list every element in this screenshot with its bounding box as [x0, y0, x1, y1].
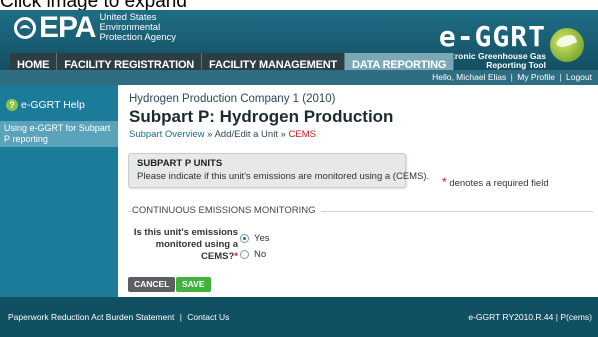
cems-question-label: Is this unit's emissions monitored using… — [133, 227, 238, 262]
footer-links: Paperwork Reduction Act Burden Statement… — [8, 312, 230, 322]
cems-section-header: CONTINUOUS EMISSIONS MONITORING — [128, 205, 593, 219]
epa-wordmark: EPA — [39, 11, 96, 44]
epa-seal-icon — [14, 17, 36, 39]
sidebar: ? e-GGRT Help Using e-GGRT for Subpart P… — [0, 85, 118, 297]
my-profile-link[interactable]: My Profile — [517, 72, 555, 82]
save-button[interactable]: SAVE — [176, 277, 211, 292]
sidebar-item-subpart-p-help[interactable]: Using e-GGRT for Subpart P reporting — [0, 121, 118, 147]
required-note: * denotes a required field — [442, 175, 549, 189]
contact-us-link[interactable]: Contact Us — [187, 312, 229, 322]
header: EPA United States Environmental Protecti… — [0, 10, 598, 78]
cems-section-title: CONTINUOUS EMISSIONS MONITORING — [132, 205, 321, 216]
epa-logo[interactable]: EPA United States Environmental Protecti… — [14, 11, 177, 44]
radio-no-icon[interactable] — [240, 250, 249, 259]
breadcrumb-subpart-overview[interactable]: Subpart Overview — [129, 129, 205, 140]
help-header[interactable]: ? e-GGRT Help — [6, 99, 85, 111]
help-icon: ? — [6, 99, 18, 111]
version-text: e-GGRT RY2010.R.44 — [468, 312, 554, 322]
help-label: e-GGRT Help — [21, 99, 85, 111]
required-star-icon: * — [234, 251, 238, 262]
page: Click image to expand EPA United States … — [0, 0, 598, 337]
radio-no[interactable]: No — [240, 249, 266, 260]
required-star-icon: * — [442, 175, 447, 189]
agency-name: United States Environmental Protection A… — [99, 12, 177, 43]
main-content: Hydrogen Production Company 1 (2010) Sub… — [118, 85, 598, 297]
units-box-title: SUBPART P UNITS — [137, 158, 223, 169]
footer: Paperwork Reduction Act Burden Statement… — [0, 297, 598, 337]
logout-link[interactable]: Logout — [566, 72, 592, 82]
breadcrumb-add-edit-unit: Add/Edit a Unit — [214, 129, 278, 140]
breadcrumb: Subpart Overview » Add/Edit a Unit » CEM… — [129, 129, 316, 140]
user-links: Hello, Michael Elias | My Profile | Logo… — [432, 72, 592, 82]
cancel-button[interactable]: CANCEL — [128, 277, 176, 292]
units-box-text: Please indicate if this unit's emissions… — [137, 171, 430, 182]
page-title: Subpart P: Hydrogen Production — [129, 107, 394, 126]
caption: Click image to expand — [0, 0, 187, 12]
user-greeting: Hello, Michael Elias — [432, 72, 507, 82]
units-info-box: SUBPART P UNITS Please indicate if this … — [128, 153, 430, 188]
brand-logo-icon — [550, 28, 584, 62]
paperwork-link[interactable]: Paperwork Reduction Act Burden Statement — [8, 312, 174, 322]
page-code: P(cems) — [560, 312, 592, 322]
radio-yes[interactable]: Yes — [240, 233, 270, 244]
radio-yes-icon[interactable] — [240, 234, 249, 243]
radio-yes-label: Yes — [254, 233, 270, 244]
footer-version: e-GGRT RY2010.R.44 | P(cems) — [468, 312, 592, 322]
breadcrumb-current: CEMS — [288, 129, 316, 140]
radio-no-label: No — [254, 249, 267, 260]
brand-name: e-GGRT — [438, 20, 546, 53]
company-name: Hydrogen Production Company 1 (2010) — [129, 93, 336, 105]
user-bar: Hello, Michael Elias | My Profile | Logo… — [0, 70, 598, 85]
